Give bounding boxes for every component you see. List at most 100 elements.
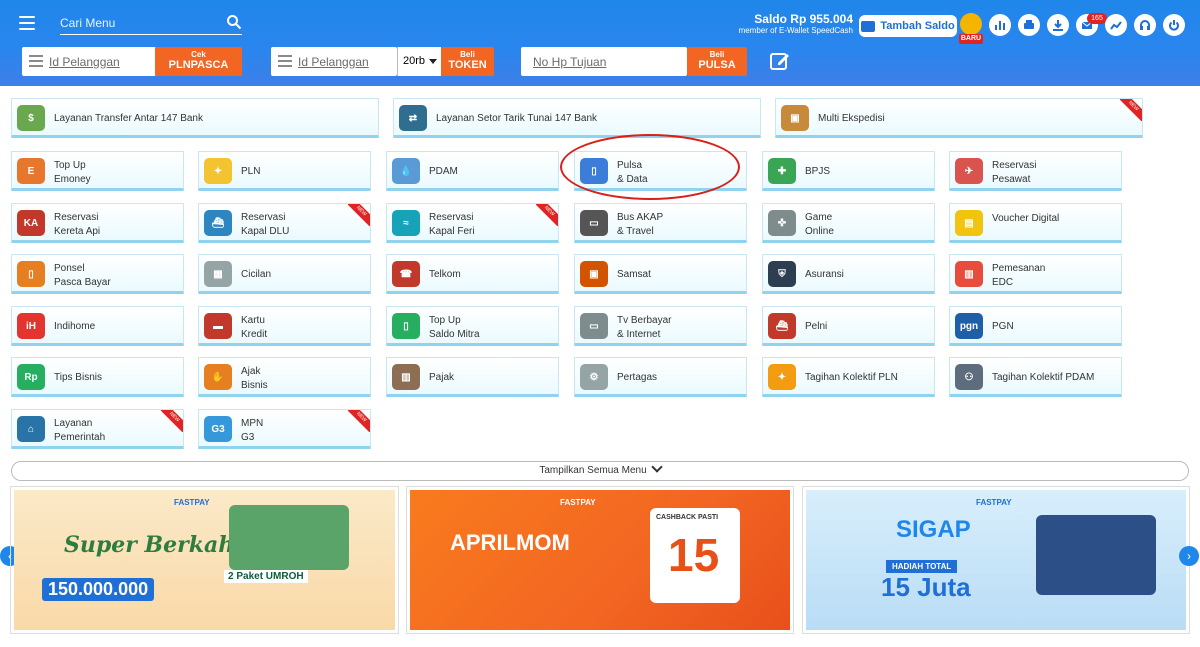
menu-game-online[interactable]: ✜ Game Online: [762, 203, 935, 243]
menu-setor-tarik[interactable]: ⇄ Layanan Setor Tarik Tunai 147 Bank: [393, 98, 761, 138]
beli-token-button[interactable]: Beli TOKEN: [441, 47, 494, 76]
menu-bpjs[interactable]: ✚ BPJS: [762, 151, 935, 191]
baru-cart-button[interactable]: BARU: [959, 13, 983, 45]
menu-reservasi-kapal-feri[interactable]: ≈ Reservasi Kapal Feri NEW: [386, 203, 559, 243]
menu-reservasi-kapal-dlu[interactable]: ⛴ Reservasi Kapal DLU NEW: [198, 203, 371, 243]
menu-pgn[interactable]: pgn PGN: [949, 306, 1122, 346]
cek-plnpasca-button[interactable]: Cek PLNPASCA: [155, 47, 242, 76]
water-tap-icon: 💧: [392, 158, 420, 184]
token-id-field[interactable]: Id Pelanggan: [271, 47, 397, 76]
menu-kolektif-pdam[interactable]: ⚇ Tagihan Kolektif PDAM: [949, 357, 1122, 397]
pln-id-field[interactable]: Id Pelanggan: [22, 47, 156, 76]
menu-indihome[interactable]: iH Indihome: [11, 306, 184, 346]
menu-asuransi[interactable]: ⛨ Asuransi: [762, 254, 935, 294]
menu-pertagas[interactable]: ⚙ Pertagas: [574, 357, 747, 397]
train-icon: KA: [17, 210, 45, 236]
cruise-ship-icon: ⛴: [768, 313, 796, 339]
new-ribbon: NEW: [348, 410, 370, 432]
power-logout-icon[interactable]: [1163, 14, 1185, 36]
menu-pelni[interactable]: ⛴ Pelni: [762, 306, 935, 346]
group-pln-icon: ✦: [768, 364, 796, 390]
bus-icon: ▭: [580, 210, 608, 236]
handshake-icon: ✋: [204, 364, 232, 390]
menu-kolektif-pln[interactable]: ✦ Tagihan Kolektif PLN: [762, 357, 935, 397]
tambah-saldo-button[interactable]: Tambah Saldo: [859, 15, 957, 37]
member-label: member of E-Wallet SpeedCash: [738, 26, 853, 35]
printer-icon[interactable]: [1018, 14, 1040, 36]
calculator-icon: ▦: [204, 261, 232, 287]
lightbulb-icon: ✦: [204, 158, 232, 184]
wallet-icon: [861, 20, 876, 32]
telephone-icon: ☎: [392, 261, 420, 287]
search-icon[interactable]: [226, 14, 242, 30]
emoney-card-icon: E: [17, 158, 45, 184]
cart-icon: [960, 13, 982, 35]
new-ribbon: NEW: [536, 204, 558, 226]
new-ribbon: NEW: [348, 204, 370, 226]
mobile-phone-icon: ▯: [17, 261, 45, 287]
voucher-icon: ▤: [955, 210, 983, 236]
menu-layanan-pemerintah[interactable]: ⌂ Layanan Pemerintah NEW: [11, 409, 184, 449]
beli-pulsa-button[interactable]: Beli PULSA: [687, 47, 747, 76]
edc-machine-icon: ▥: [955, 261, 983, 287]
menu-tv-berbayar[interactable]: ▭ Tv Berbayar & Internet: [574, 306, 747, 346]
menu-topup-saldo-mitra[interactable]: ▯ Top Up Saldo Mitra: [386, 306, 559, 346]
new-ribbon: NEW: [161, 410, 183, 432]
building-icon: ▥: [392, 364, 420, 390]
menu-reservasi-pesawat[interactable]: ✈ Reservasi Pesawat: [949, 151, 1122, 191]
menu-ponsel-pasca[interactable]: ▯ Ponsel Pasca Bayar: [11, 254, 184, 294]
menu-pulsa-data[interactable]: ▯ Pulsa & Data: [574, 151, 747, 191]
menu-telkom[interactable]: ☎ Telkom: [386, 254, 559, 294]
search-bar: [60, 12, 242, 35]
banner-super-berkah[interactable]: FASTPAY Super Berkah 2 Paket UMROH 150.0…: [10, 486, 399, 634]
menu-bus-akap[interactable]: ▭ Bus AKAP & Travel: [574, 203, 747, 243]
chart-bar-icon[interactable]: [989, 14, 1011, 36]
pgn-logo-icon: pgn: [955, 313, 983, 339]
menu-pemesanan-edc[interactable]: ▥ Pemesanan EDC: [949, 254, 1122, 294]
menu-kartu-kredit[interactable]: ▬ Kartu Kredit: [198, 306, 371, 346]
airplane-icon: ✈: [955, 158, 983, 184]
carousel-next-button[interactable]: ›: [1179, 546, 1199, 566]
menu-pajak[interactable]: ▥ Pajak: [386, 357, 559, 397]
search-input[interactable]: [60, 12, 210, 34]
chevron-down-icon: [650, 461, 663, 473]
menu-reservasi-kereta[interactable]: KA Reservasi Kereta Api: [11, 203, 184, 243]
gamepad-icon: ✜: [768, 210, 796, 236]
shield-icon: ⛨: [768, 261, 796, 287]
banner-sigap[interactable]: FASTPAY SIGAP HADIAH TOTAL 15 Juta: [802, 486, 1190, 634]
edit-icon[interactable]: [769, 50, 791, 72]
menu-voucher-digital[interactable]: ▤ Voucher Digital: [949, 203, 1122, 243]
saldo-amount: Saldo Rp 955.004: [754, 12, 853, 26]
phone-icon: ▯: [580, 158, 608, 184]
money-bag-icon: Rp: [17, 364, 45, 390]
download-icon[interactable]: [1047, 14, 1069, 36]
menu-transfer-bank[interactable]: $ Layanan Transfer Antar 147 Bank: [11, 98, 379, 138]
menu-mpn-g3[interactable]: G3 MPN G3 NEW: [198, 409, 371, 449]
menu-ajak-bisnis[interactable]: ✋ Ajak Bisnis: [198, 357, 371, 397]
indihome-logo-icon: iH: [17, 313, 45, 339]
banner-aprilmom[interactable]: FASTPAY APRILMOM CASHBACK PASTI 15: [406, 486, 794, 634]
menu-cicilan[interactable]: ▦ Cicilan: [198, 254, 371, 294]
mpn-logo-icon: G3: [204, 416, 232, 442]
hamburger-menu-icon[interactable]: [19, 16, 35, 30]
headset-support-icon[interactable]: [1134, 14, 1156, 36]
menu-tips-bisnis[interactable]: Rp Tips Bisnis: [11, 357, 184, 397]
menu-multi-ekspedisi[interactable]: ▣ Multi Ekspedisi NEW: [775, 98, 1143, 138]
show-all-menu-button[interactable]: Tampilkan Semua Menu: [11, 461, 1189, 481]
caret-down-icon: [429, 58, 438, 64]
pulsa-phone-field[interactable]: No Hp Tujuan: [521, 47, 687, 76]
bank-transfer-icon: $: [17, 105, 45, 131]
wallet-phone-icon: ▯: [392, 313, 420, 339]
token-nominal-select[interactable]: 20rb: [397, 47, 441, 76]
menu-pdam[interactable]: 💧 PDAM: [386, 151, 559, 191]
menu-topup-emoney[interactable]: E Top Up Emoney: [11, 151, 184, 191]
vehicle-tax-icon: ▣: [580, 261, 608, 287]
credit-card-icon: ▬: [204, 313, 232, 339]
new-ribbon: NEW: [1120, 99, 1142, 121]
baru-badge: BARU: [959, 34, 983, 44]
trend-chart-icon[interactable]: [1105, 14, 1127, 36]
menu-pln[interactable]: ✦ PLN: [198, 151, 371, 191]
menu-samsat[interactable]: ▣ Samsat: [574, 254, 747, 294]
saldo-display: Saldo Rp 955.004 member of E-Wallet Spee…: [735, 12, 853, 35]
tv-icon: ▭: [580, 313, 608, 339]
